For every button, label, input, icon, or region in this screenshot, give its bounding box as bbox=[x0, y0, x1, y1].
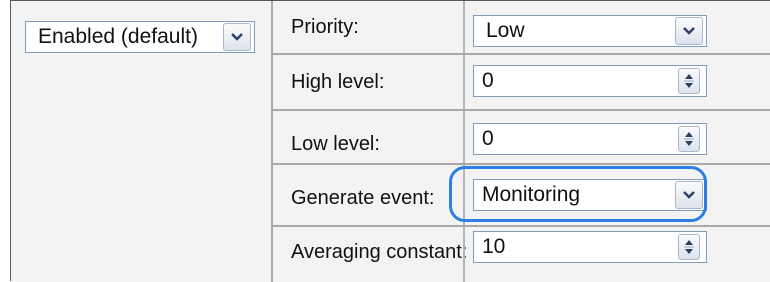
high-level-row: High level: 0 bbox=[273, 55, 770, 111]
spin-up-down-icon[interactable] bbox=[678, 68, 700, 94]
priority-row: Priority: Low bbox=[273, 1, 770, 55]
averaging-constant-value[interactable]: 10 bbox=[474, 235, 678, 259]
chevron-down-icon[interactable] bbox=[675, 17, 703, 45]
row-separator bbox=[463, 1, 465, 53]
averaging-constant-spinner[interactable]: 10 bbox=[473, 231, 707, 263]
generate-event-label: Generate event: bbox=[291, 187, 435, 209]
chevron-down-icon[interactable] bbox=[675, 181, 703, 209]
high-level-value[interactable]: 0 bbox=[474, 69, 678, 93]
generate-event-dropdown-value: Monitoring bbox=[482, 183, 581, 206]
priority-dropdown-value: Low bbox=[486, 19, 525, 42]
high-level-label: High level: bbox=[291, 71, 385, 93]
low-level-label: Low level: bbox=[291, 133, 380, 155]
averaging-constant-label: Averaging constant: bbox=[291, 241, 468, 263]
state-dropdown-value: Enabled (default) bbox=[38, 25, 198, 48]
spin-up-down-icon[interactable] bbox=[678, 234, 700, 260]
spin-up-down-icon[interactable] bbox=[678, 126, 700, 152]
row-separator bbox=[463, 111, 465, 163]
row-separator bbox=[463, 55, 465, 109]
settings-panel: Enabled (default) Priority: Low High lev… bbox=[10, 0, 770, 282]
chevron-down-icon[interactable] bbox=[223, 23, 251, 51]
priority-label: Priority: bbox=[291, 16, 359, 38]
averaging-constant-row: Averaging constant: 10 bbox=[273, 227, 770, 282]
row-separator bbox=[463, 165, 465, 225]
low-level-row: Low level: 0 bbox=[273, 111, 770, 165]
low-level-spinner[interactable]: 0 bbox=[473, 123, 707, 155]
generate-event-row: Generate event: Monitoring bbox=[273, 165, 770, 227]
state-dropdown[interactable]: Enabled (default) bbox=[25, 21, 255, 53]
priority-dropdown[interactable]: Low bbox=[473, 15, 707, 47]
state-cell: Enabled (default) bbox=[11, 1, 271, 282]
generate-event-dropdown[interactable]: Monitoring bbox=[473, 179, 707, 211]
row-separator bbox=[463, 227, 465, 282]
low-level-value[interactable]: 0 bbox=[474, 127, 678, 151]
high-level-spinner[interactable]: 0 bbox=[473, 65, 707, 97]
